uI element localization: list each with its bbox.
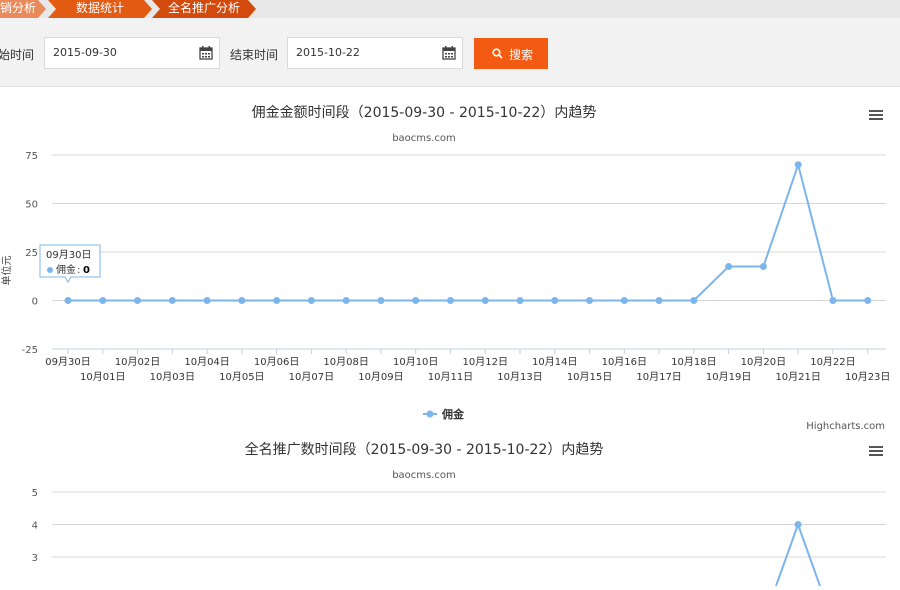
x-tick-label: 09月30日: [45, 356, 90, 368]
series-line-promotion: [775, 521, 821, 587]
breadcrumb: 销分析 数据统计 全名推广分析: [0, 0, 900, 18]
chart-menu-icon[interactable]: [869, 446, 883, 458]
data-point: [690, 297, 698, 304]
x-tick-label: 10月17日: [636, 371, 681, 383]
y-tick-label: -25: [22, 345, 38, 356]
data-point: [342, 297, 350, 304]
data-point: [551, 297, 559, 304]
x-tick-label: 10月15日: [567, 371, 612, 383]
data-point: [412, 297, 420, 304]
data-point: [725, 263, 733, 271]
x-tick-label: 10月21日: [775, 371, 820, 383]
search-button-label: 搜索: [509, 48, 534, 62]
legend-marker: [426, 410, 434, 418]
x-tick-label: 10月20日: [741, 356, 786, 368]
x-tick-label: 10月05日: [219, 371, 264, 383]
end-date-value: 2015-10-22: [296, 46, 360, 59]
tooltip-value: 0: [83, 265, 90, 276]
tooltip-date: 09月30日: [46, 249, 91, 261]
data-point: [481, 297, 489, 304]
data-point: [794, 161, 802, 169]
data-point: [516, 297, 524, 304]
calendar-icon[interactable]: [442, 46, 456, 60]
data-point: [307, 297, 315, 304]
breadcrumb-item-current[interactable]: 全名推广分析: [152, 0, 256, 18]
chart-title: 佣金金额时间段（2015-09-30 - 2015-10-22）内趋势: [252, 105, 597, 121]
x-tick-label: 10月06日: [254, 356, 299, 368]
data-point: [203, 297, 211, 304]
x-tick-label: 10月10日: [393, 356, 438, 368]
data-point: [446, 297, 454, 304]
data-point: [64, 297, 72, 304]
data-point: [238, 297, 246, 304]
start-time-label: 始时间: [0, 48, 35, 62]
chart-menu-icon[interactable]: [869, 110, 883, 122]
tooltip-series: 佣金: [56, 263, 76, 276]
legend-label: 佣金: [441, 407, 465, 421]
search-button[interactable]: 搜索: [474, 38, 548, 69]
data-point: [864, 297, 872, 304]
x-tick-label: 10月08日: [323, 356, 368, 368]
x-tick-label: 10月03日: [150, 371, 195, 383]
promotion-chart: 全名推广数时间段（2015-09-30 - 2015-10-22）内趋势 baoc…: [0, 435, 900, 587]
x-tick-label: 10月23日: [845, 371, 890, 383]
chart-subtitle: baocms.com: [392, 470, 456, 481]
data-point: [655, 297, 663, 304]
x-tick-label: 10月01日: [80, 371, 125, 383]
data-point: [168, 297, 176, 304]
chart-subtitle: baocms.com: [392, 133, 456, 144]
data-point: [759, 263, 767, 271]
data-point: [99, 297, 107, 304]
data-point: [134, 297, 142, 304]
chart-credits: Highcharts.com: [806, 421, 885, 432]
data-point: [273, 297, 281, 304]
promotion-chart-svg: 全名推广数时间段（2015-09-30 - 2015-10-22）内趋势 baoc…: [32, 441, 886, 587]
start-date-value: 2015-09-30: [53, 46, 117, 59]
calendar-icon[interactable]: [199, 46, 213, 60]
x-tick-label: 10月09日: [358, 371, 403, 383]
x-tick-label: 10月07日: [289, 371, 334, 383]
breadcrumb-item[interactable]: 数据统计: [48, 0, 152, 18]
tooltip-marker: [47, 267, 53, 273]
start-date-field[interactable]: 2015-09-30: [44, 37, 220, 69]
data-point: [620, 297, 628, 304]
data-point: [377, 297, 385, 304]
filter-toolbar: 始时间 2015-09-30 结束时间 2015-10-22 搜索: [0, 18, 900, 87]
x-tick-label: 10月22日: [810, 356, 855, 368]
x-tick-label: 10月02日: [115, 356, 160, 368]
chart-title: 全名推广数时间段（2015-09-30 - 2015-10-22）内趋势: [245, 441, 604, 458]
breadcrumb-item[interactable]: 销分析: [0, 0, 46, 18]
end-time-label: 结束时间: [230, 48, 279, 62]
x-tick-label: 10月18日: [671, 356, 716, 368]
x-tick-label: 10月19日: [706, 371, 751, 383]
x-tick-label: 10月13日: [497, 371, 542, 383]
data-point: [794, 521, 802, 528]
x-tick-label: 10月14日: [532, 356, 577, 368]
series-line-commission: [68, 161, 868, 302]
y-tick-label: 75: [25, 151, 38, 162]
data-point: [829, 297, 837, 304]
y-tick-label: 5: [32, 488, 38, 499]
data-point: [586, 297, 594, 304]
commission-chart-svg: 佣金金额时间段（2015-09-30 - 2015-10-22）内趋势 baocm…: [0, 105, 890, 432]
commission-chart: 佣金金额时间段（2015-09-30 - 2015-10-22）内趋势 baocm…: [0, 87, 900, 435]
x-tick-label: 10月04日: [184, 356, 229, 368]
y-tick-label: 3: [32, 553, 38, 564]
y-tick-label: 50: [25, 200, 38, 211]
end-date-field[interactable]: 2015-10-22: [287, 37, 463, 69]
x-tick-label: 10月12日: [463, 356, 508, 368]
x-tick-label: 10月11日: [428, 371, 473, 383]
search-icon: [492, 48, 503, 59]
tooltip-colon: :: [77, 265, 80, 276]
y-tick-label: 25: [25, 248, 38, 259]
y-tick-label: 0: [32, 297, 38, 308]
y-tick-label: 4: [32, 521, 38, 532]
x-tick-label: 10月16日: [602, 356, 647, 368]
y-axis-label: 单位元: [0, 256, 13, 286]
